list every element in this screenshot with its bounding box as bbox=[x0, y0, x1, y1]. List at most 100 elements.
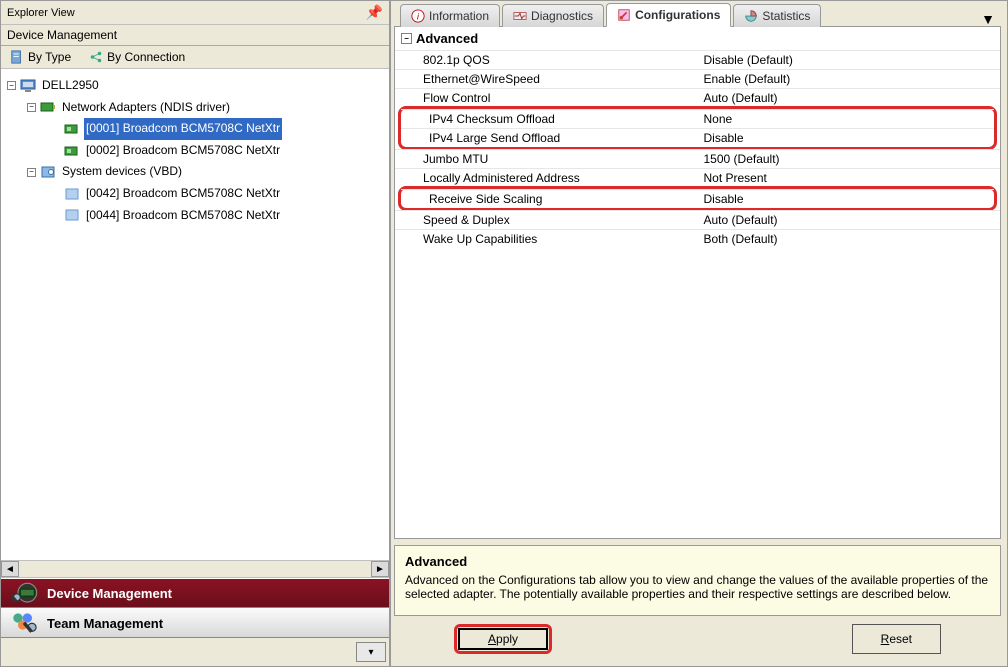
help-body: Advanced on the Configurations tab allow… bbox=[405, 573, 990, 601]
device-tree[interactable]: − DELL2950 − Network Adapters (NDIS driv… bbox=[1, 69, 389, 560]
prop-value[interactable]: Enable (Default) bbox=[698, 70, 1001, 88]
button-row: Apply Reset bbox=[394, 620, 1001, 664]
stats-icon bbox=[744, 9, 758, 23]
tab-config-label: Configurations bbox=[635, 8, 720, 22]
config-row-speedduplex[interactable]: Speed & Duplex Auto (Default) bbox=[395, 210, 1000, 229]
tree-node-sysdev-0042[interactable]: [0042] Broadcom BCM5708C NetXtr bbox=[5, 183, 385, 205]
nav-bar-stack: Device Management Team Management bbox=[1, 578, 389, 638]
tree-node-sysdevices[interactable]: − System devices (VBD) bbox=[5, 161, 385, 183]
tree-spacer bbox=[51, 146, 60, 155]
by-connection-label: By Connection bbox=[107, 50, 185, 64]
reset-button[interactable]: Reset bbox=[852, 624, 941, 654]
prop-name: IPv4 Checksum Offload bbox=[401, 110, 698, 128]
tree-root-label: DELL2950 bbox=[40, 75, 101, 97]
tab-strip: i Information Diagnostics Configurations… bbox=[394, 3, 1001, 27]
prop-name: Ethernet@WireSpeed bbox=[395, 70, 698, 88]
tab-statistics[interactable]: Statistics bbox=[733, 4, 821, 27]
prop-value[interactable]: Auto (Default) bbox=[698, 89, 1001, 107]
prop-name: Wake Up Capabilities bbox=[395, 230, 698, 248]
prop-value[interactable]: Both (Default) bbox=[698, 230, 1001, 248]
adapter-group-icon bbox=[40, 99, 56, 115]
explorer-panel: Explorer View 📌 Device Management By Typ… bbox=[0, 0, 390, 667]
prop-name: Speed & Duplex bbox=[395, 211, 698, 229]
connection-icon bbox=[89, 50, 103, 64]
config-row-jumbo[interactable]: Jumbo MTU 1500 (Default) bbox=[395, 149, 1000, 168]
explorer-subtitle: Device Management bbox=[1, 25, 389, 46]
tab-diag-label: Diagnostics bbox=[531, 9, 593, 23]
nic-icon bbox=[64, 143, 80, 159]
tab-stats-label: Statistics bbox=[762, 9, 810, 23]
tree-node-sysdev-0044[interactable]: [0044] Broadcom BCM5708C NetXtr bbox=[5, 205, 385, 227]
config-row-qos[interactable]: 802.1p QOS Disable (Default) bbox=[395, 50, 1000, 69]
computer-icon bbox=[20, 78, 36, 94]
config-row-ipv4-lso[interactable]: IPv4 Large Send Offload Disable bbox=[401, 128, 994, 147]
scroll-left-arrow-icon[interactable]: ◄ bbox=[1, 561, 19, 577]
prop-name: 802.1p QOS bbox=[395, 51, 698, 69]
explorer-title: Explorer View bbox=[7, 7, 75, 19]
tab-information[interactable]: i Information bbox=[400, 4, 500, 27]
scroll-right-arrow-icon[interactable]: ► bbox=[371, 561, 389, 577]
prop-name: IPv4 Large Send Offload bbox=[401, 129, 698, 147]
page-icon bbox=[10, 50, 24, 64]
netadapters-label: Network Adapters (NDIS driver) bbox=[60, 97, 232, 119]
diagnostics-icon bbox=[513, 9, 527, 23]
expander-minus-icon[interactable]: − bbox=[27, 103, 36, 112]
details-panel: i Information Diagnostics Configurations… bbox=[390, 0, 1008, 667]
tab-configurations[interactable]: Configurations bbox=[606, 3, 731, 27]
tree-node-netadapters[interactable]: − Network Adapters (NDIS driver) bbox=[5, 97, 385, 119]
help-title: Advanced bbox=[405, 554, 990, 569]
prop-value[interactable]: None bbox=[698, 110, 995, 128]
team-mgmt-icon bbox=[11, 613, 39, 633]
sysdev-0044-label: [0044] Broadcom BCM5708C NetXtr bbox=[84, 205, 282, 227]
expander-minus-icon[interactable]: − bbox=[27, 168, 36, 177]
config-section-header[interactable]: − Advanced bbox=[395, 27, 1000, 50]
tab-diagnostics[interactable]: Diagnostics bbox=[502, 4, 604, 27]
nic-icon bbox=[64, 121, 80, 137]
help-description-box: Advanced Advanced on the Configurations … bbox=[394, 545, 1001, 616]
prop-value[interactable]: Disable bbox=[698, 129, 995, 147]
config-grid[interactable]: − Advanced 802.1p QOS Disable (Default) … bbox=[394, 26, 1001, 539]
config-row-rss[interactable]: Receive Side Scaling Disable bbox=[401, 189, 994, 208]
device-mgmt-icon bbox=[11, 583, 39, 603]
prop-value[interactable]: Not Present bbox=[698, 169, 1001, 187]
config-row-wake[interactable]: Wake Up Capabilities Both (Default) bbox=[395, 229, 1000, 248]
nav-team-management[interactable]: Team Management bbox=[1, 608, 389, 638]
config-row-flowcontrol[interactable]: Flow Control Auto (Default) bbox=[395, 88, 1000, 107]
by-type-tab[interactable]: By Type bbox=[1, 46, 80, 68]
config-icon bbox=[617, 8, 631, 22]
prop-value[interactable]: 1500 (Default) bbox=[698, 150, 1001, 168]
view-mode-tabs: By Type By Connection bbox=[1, 46, 389, 69]
config-row-wirespeed[interactable]: Ethernet@WireSpeed Enable (Default) bbox=[395, 69, 1000, 88]
tree-spacer bbox=[51, 211, 60, 220]
prop-name: Jumbo MTU bbox=[395, 150, 698, 168]
sysdev-0042-label: [0042] Broadcom BCM5708C NetXtr bbox=[84, 183, 282, 205]
pin-icon[interactable]: 📌 bbox=[366, 4, 383, 21]
sysdev-icon bbox=[40, 164, 56, 180]
tree-node-root[interactable]: − DELL2950 bbox=[5, 75, 385, 97]
sysdev-child-icon bbox=[64, 186, 80, 202]
config-row-ipv4-checksum[interactable]: IPv4 Checksum Offload None bbox=[401, 109, 994, 128]
explorer-title-bar: Explorer View 📌 bbox=[1, 1, 389, 25]
nav-device-management[interactable]: Device Management bbox=[1, 578, 389, 608]
prop-value[interactable]: Disable (Default) bbox=[698, 51, 1001, 69]
prop-name: Locally Administered Address bbox=[395, 169, 698, 187]
highlight-rss: Receive Side Scaling Disable bbox=[398, 186, 997, 211]
by-connection-tab[interactable]: By Connection bbox=[80, 46, 194, 68]
by-type-label: By Type bbox=[28, 50, 71, 64]
prop-name: Receive Side Scaling bbox=[401, 190, 698, 208]
sysdev-child-icon bbox=[64, 207, 80, 223]
tree-spacer bbox=[51, 189, 60, 198]
highlight-ipv4-offloads: IPv4 Checksum Offload None IPv4 Large Se… bbox=[398, 106, 997, 150]
tree-node-adapter-0001[interactable]: [0001] Broadcom BCM5708C NetXtr bbox=[5, 118, 385, 140]
prop-value[interactable]: Disable bbox=[698, 190, 995, 208]
prop-value[interactable]: Auto (Default) bbox=[698, 211, 1001, 229]
nav-overflow-button[interactable]: ▾ bbox=[356, 642, 386, 662]
tree-scrollbar[interactable]: ◄ ► bbox=[1, 560, 389, 578]
config-row-laa[interactable]: Locally Administered Address Not Present bbox=[395, 168, 1000, 187]
expander-minus-icon[interactable]: − bbox=[7, 81, 16, 90]
apply-button[interactable]: Apply bbox=[458, 628, 548, 650]
adapter-0002-label: [0002] Broadcom BCM5708C NetXtr bbox=[84, 140, 282, 162]
expander-minus-icon[interactable]: − bbox=[401, 33, 412, 44]
tree-node-adapter-0002[interactable]: [0002] Broadcom BCM5708C NetXtr bbox=[5, 140, 385, 162]
tab-overflow-arrow-icon[interactable]: ▼ bbox=[975, 11, 1001, 27]
